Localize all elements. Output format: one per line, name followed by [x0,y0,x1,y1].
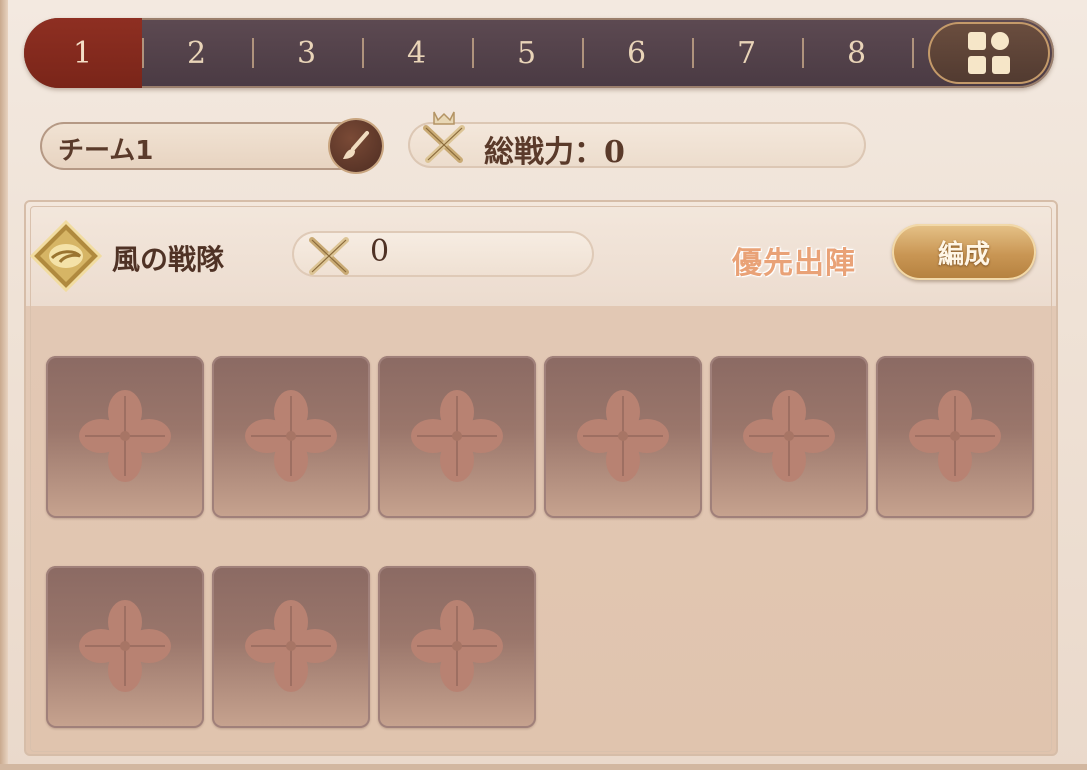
squad-name: 風の戦隊 [112,243,225,276]
tab-separator [472,38,474,68]
bottom-frame [0,764,1087,770]
flower-crest-icon [411,390,503,482]
tab-1[interactable]: 1 [24,18,142,88]
empty-member-slot[interactable] [876,356,1034,518]
flower-crest-icon [743,390,835,482]
empty-member-slot[interactable] [544,356,702,518]
total-power-pill [408,122,866,168]
flower-crest-icon [245,390,337,482]
squad-power-value: 0 [370,234,390,269]
grid-menu-button[interactable] [928,22,1050,84]
grid-menu-icon [968,32,1010,74]
left-frame [0,0,8,770]
total-power-label: 総戦力：0 [484,135,625,170]
formation-edit-button[interactable]: 編成 [892,224,1036,280]
tab-4[interactable]: 4 [362,18,472,88]
tab-separator [142,38,144,68]
tab-separator [692,38,694,68]
flower-crest-icon [909,390,1001,482]
tab-separator [252,38,254,68]
tab-5[interactable]: 5 [472,18,582,88]
empty-member-slot[interactable] [378,566,536,728]
team-name: チーム1 [58,136,154,166]
tab-8[interactable]: 8 [802,18,912,88]
priority-deploy-label: 優先出陣 [732,246,856,281]
empty-member-slot[interactable] [212,356,370,518]
tab-2[interactable]: 2 [142,18,252,88]
tab-6[interactable]: 6 [582,18,692,88]
flower-crest-icon [245,600,337,692]
flower-crest-icon [79,600,171,692]
crossed-swords-icon [309,237,349,275]
tab-7[interactable]: 7 [692,18,802,88]
rename-button[interactable] [330,120,382,172]
team-name-field[interactable]: チーム1 [40,120,382,172]
flower-crest-icon [79,390,171,482]
tab-separator [912,38,914,68]
tab-3[interactable]: 3 [252,18,362,88]
empty-member-slot[interactable] [212,566,370,728]
tab-separator [362,38,364,68]
crossed-swords-crown-icon [423,111,465,163]
brush-icon [343,131,369,159]
tab-separator [802,38,804,68]
empty-member-slot[interactable] [378,356,536,518]
tab-separator [582,38,584,68]
team-tab-bar: 1 2 3 4 5 6 7 8 [24,18,1054,88]
empty-member-slot[interactable] [710,356,868,518]
empty-member-slot[interactable] [46,566,204,728]
flower-crest-icon [411,600,503,692]
flower-crest-icon [577,390,669,482]
empty-member-slot[interactable] [46,356,204,518]
wind-emblem-icon [30,220,102,292]
